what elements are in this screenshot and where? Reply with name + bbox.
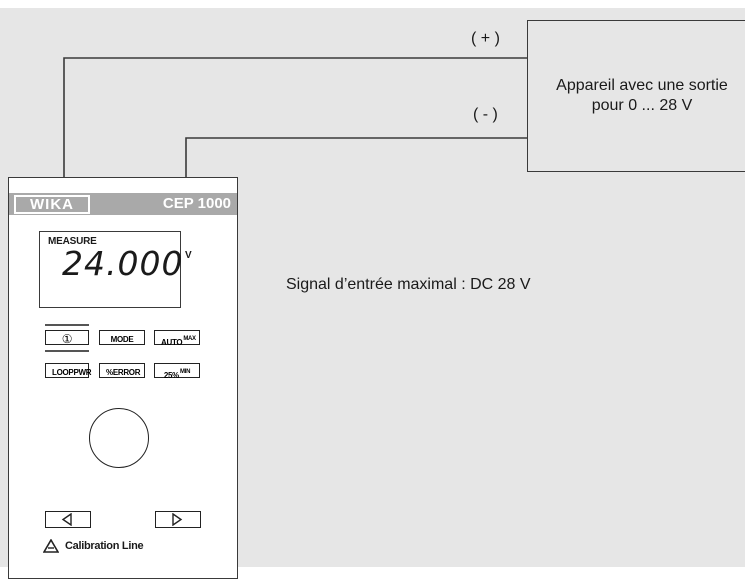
calibrator-header: WIKA CEP 1000: [9, 193, 237, 215]
pct25-min-button[interactable]: 25%MIN: [154, 363, 200, 380]
left-arrow-button[interactable]: [45, 511, 91, 528]
max-input-signal-note: Signal d’entrée maximal : DC 28 V: [286, 276, 531, 293]
max-label: MAX: [183, 336, 196, 342]
min-label: MIN: [180, 369, 191, 375]
mode-button[interactable]: MODE: [99, 330, 145, 345]
display-value: 24.000: [62, 244, 184, 283]
display-unit: V: [185, 250, 192, 261]
power-bar-bottom: [45, 350, 89, 352]
error-button[interactable]: %ERROR: [99, 363, 145, 378]
power-button[interactable]: ①: [45, 330, 89, 346]
model-name: CEP 1000: [162, 195, 231, 212]
looppwr-button[interactable]: LOOPPWR: [45, 363, 92, 378]
pct25-label: 25%: [163, 371, 179, 380]
rotary-knob[interactable]: [89, 408, 149, 468]
output-device-label: Appareil avec une sortie pour 0 ... 28 V: [527, 76, 745, 116]
calibration-triangle-icon: [43, 539, 59, 553]
triangle-right-icon: [172, 513, 183, 526]
calibrator-device: WIKA CEP 1000 MEASURE 24.000 V ① MODE AU…: [8, 177, 238, 579]
calibration-line-label: Calibration Line: [65, 540, 144, 552]
right-arrow-button[interactable]: [155, 511, 201, 528]
negative-label: ( - ): [473, 106, 498, 123]
auto-label: AUTO: [161, 338, 183, 347]
positive-wire: [63, 57, 527, 177]
power-bar-top: [45, 324, 89, 326]
auto-max-button[interactable]: AUTOMAX: [154, 330, 200, 347]
brand-logo: WIKA: [14, 195, 90, 214]
lcd-display: MEASURE 24.000: [39, 231, 184, 308]
device-line-1: Appareil avec une sortie: [556, 77, 728, 94]
positive-label: ( + ): [471, 30, 500, 47]
triangle-left-icon: [61, 513, 72, 526]
device-line-2: pour 0 ... 28 V: [591, 97, 693, 114]
negative-wire: [185, 137, 527, 177]
